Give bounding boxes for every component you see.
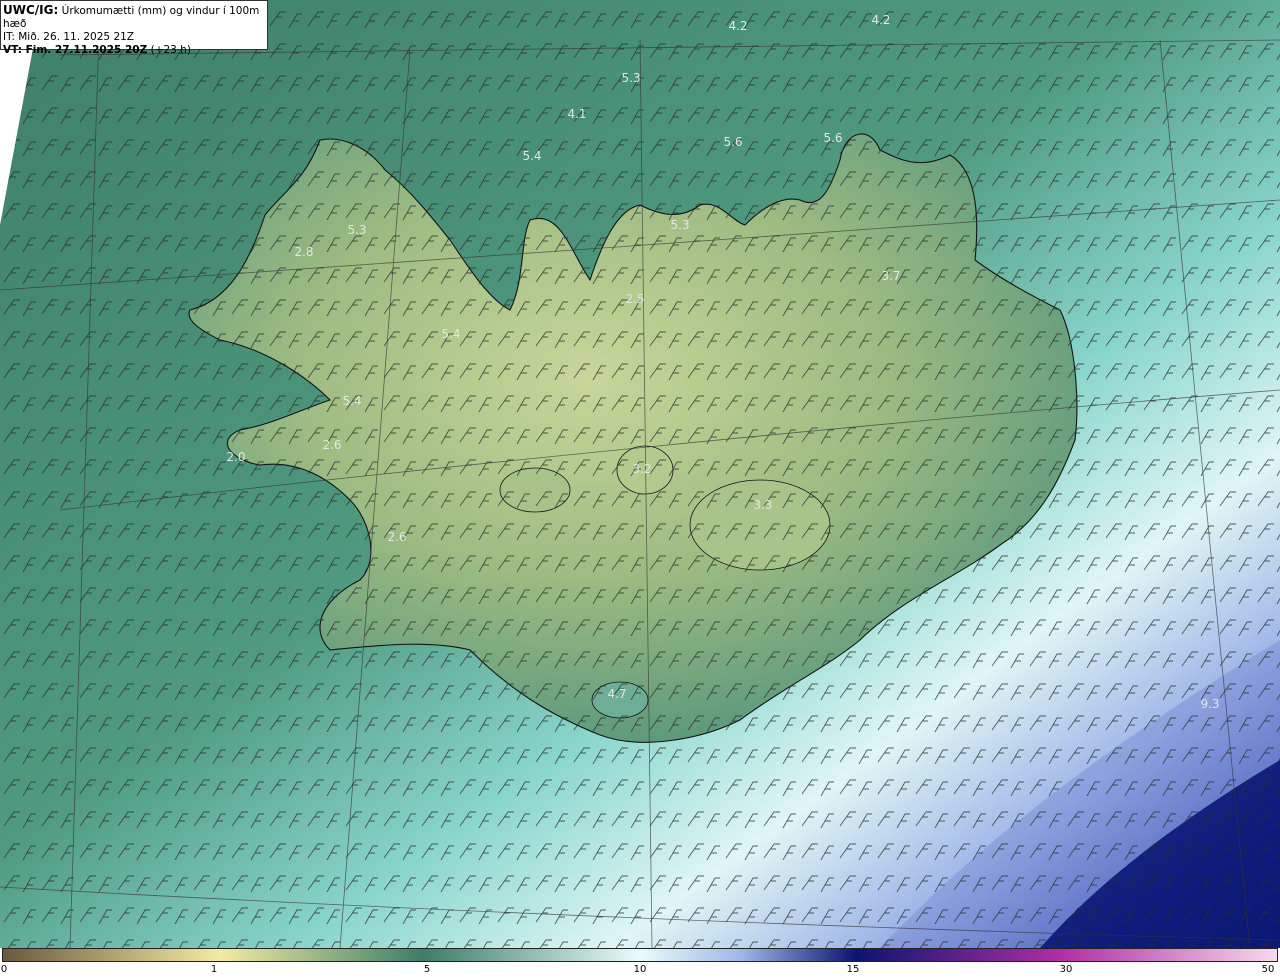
colorbar-tick-label: 15	[846, 964, 860, 975]
precip-value-label: 9.3	[1200, 697, 1219, 711]
precip-value-label: 2.5	[625, 292, 644, 306]
colorbar-tick-label: 5	[423, 964, 431, 975]
colorbar-gradient	[3, 949, 1277, 961]
forecast-hour: (+23 h)	[150, 44, 191, 56]
precip-value-label: 2.6	[322, 438, 341, 452]
valid-time: VT: Fim. 27.11.2025 20Z	[3, 44, 148, 56]
precip-value-label: 5.6	[723, 135, 742, 149]
precip-value-label: 2.6	[387, 530, 406, 544]
colorbar-tick-label: 30	[1059, 964, 1073, 975]
colorbar	[2, 948, 1278, 962]
header-line-title: UWC/IG: Úrkomumætti (mm) og vindur í 100…	[3, 4, 267, 31]
precip-value-label: 4.2	[871, 13, 890, 27]
precip-value-label: 4.1	[567, 107, 586, 121]
precip-value-label: 5.6	[823, 131, 842, 145]
precip-value-label: 4.2	[728, 19, 747, 33]
model-domain: 4.2 4.2 5.3 4.1 5.4 5.6 5.6 5.3 5.3 2.8 2.5 3.7 5.4 5…	[0, 0, 1280, 948]
precip-value-label: 5.4	[441, 327, 460, 341]
colorbar-tick-label: 1	[210, 964, 218, 975]
header-line-valid: VT: Fim. 27.11.2025 20Z (+23 h)	[3, 44, 267, 57]
weather-map[interactable]: 4.2 4.2 5.3 4.1 5.4 5.6 5.6 5.3 5.3 2.8 2.5 3.7 5.4 5…	[0, 0, 1280, 948]
precip-value-label: 3.3	[753, 498, 772, 512]
precip-value-label: 5.4	[522, 149, 541, 163]
precip-value-label: 5.3	[347, 223, 366, 237]
colorbar-tick-label: 10	[633, 964, 647, 975]
model-name: UWC/IG:	[3, 3, 59, 17]
colorbar-area: 0 1 5 10 15 30 50	[0, 948, 1280, 978]
precip-value-label: 4.7	[607, 687, 626, 701]
precip-value-label: 3.7	[881, 269, 900, 283]
precip-value-label: 5.3	[670, 218, 689, 232]
precip-value-label: 2.8	[294, 245, 313, 259]
map-header: UWC/IG: Úrkomumætti (mm) og vindur í 100…	[0, 0, 268, 56]
precip-value-label: 3.2	[632, 462, 651, 476]
colorbar-tick-label: 50	[1261, 964, 1275, 975]
precip-value-label: 5.3	[621, 71, 640, 85]
precip-value-label: 2.0	[226, 450, 245, 464]
colorbar-tick-label: 0	[0, 964, 8, 975]
init-time: IT: Mið. 26. 11. 2025 21Z	[3, 31, 134, 43]
precip-value-label: 5.4	[342, 394, 361, 408]
